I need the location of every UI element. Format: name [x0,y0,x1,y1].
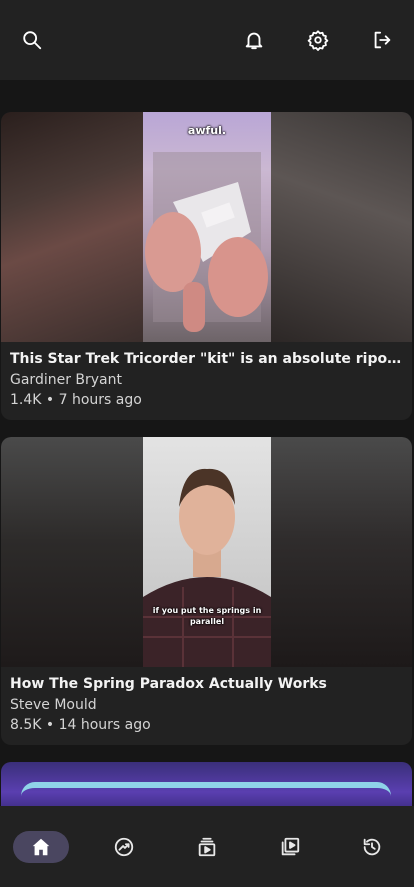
settings-button[interactable] [298,20,338,60]
home-icon [32,838,50,856]
logout-icon [374,31,391,49]
video-thumbnail[interactable]: awful. [1,112,412,342]
thumbnail-blur-right [271,437,412,667]
gear-icon [307,30,329,51]
video-card[interactable]: if you put the springs in parallel How T… [1,437,412,745]
subscriptions-icon [198,837,216,857]
video-thumbnail[interactable]: if you put the springs in parallel [1,437,412,667]
history-icon [363,838,381,856]
search-icon [23,31,42,50]
channel-name[interactable]: Gardiner Bryant [10,370,403,390]
thumbnail-frame: if you put the springs in parallel [143,437,271,667]
search-button[interactable] [12,20,52,60]
video-stats: 8.5K • 14 hours ago [10,717,151,733]
nav-trending[interactable] [96,831,152,863]
bottom-navigation [0,806,414,887]
video-meta: How The Spring Paradox Actually Works St… [1,667,412,736]
nav-subscriptions[interactable] [179,831,235,863]
thumbnail-caption: awful. [187,124,227,137]
nav-home[interactable] [13,831,69,863]
bell-icon [245,32,263,50]
trending-icon [114,837,134,857]
thumbnail-frame: awful. [143,112,271,342]
logout-button[interactable] [362,20,402,60]
video-title[interactable]: This Star Trek Tricorder "kit" is an abs… [10,350,403,369]
video-meta: This Star Trek Tricorder "kit" is an abs… [1,342,412,411]
library-icon [281,837,300,856]
thumbnail-caption: if you put the springs in parallel [152,606,262,626]
nav-history[interactable] [344,831,400,863]
video-card[interactable] [1,762,412,806]
presenter-illustration [143,468,271,667]
nav-library[interactable] [262,831,318,863]
thumbnail-blur-left [1,437,143,667]
notifications-button[interactable] [234,20,274,60]
thumbnail-blur-right [271,112,412,342]
video-title[interactable]: How The Spring Paradox Actually Works [10,675,403,694]
video-thumbnail[interactable] [1,762,412,806]
app-root: awful. This Star Trek Tricorder "kit" is… [0,0,414,887]
video-feed: awful. This Star Trek Tricorder "kit" is… [0,80,414,806]
video-stats: 1.4K • 7 hours ago [10,392,142,408]
thumbnail-blur-left [1,112,143,342]
hands-illustration [145,152,268,332]
channel-name[interactable]: Steve Mould [10,695,403,715]
top-app-bar [0,0,414,80]
thumbnail-art [21,782,391,806]
video-card[interactable]: awful. This Star Trek Tricorder "kit" is… [1,112,412,420]
